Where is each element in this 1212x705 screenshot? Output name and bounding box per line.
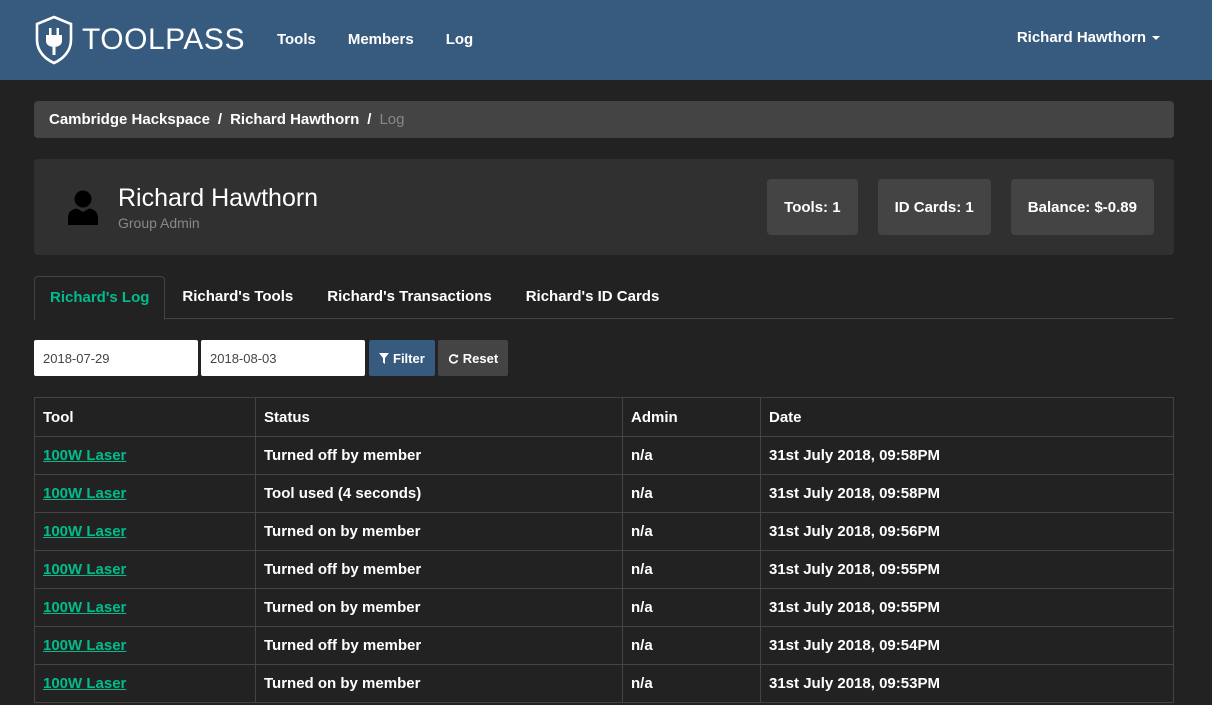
filter-bar: Filter Reset [34,340,1174,376]
cell-admin: n/a [622,588,761,627]
table-row: 100W Laser Turned on by member n/a 31st … [34,588,1174,627]
stat-tools: Tools: 1 [767,179,858,235]
refresh-icon [448,353,458,364]
cell-status: Turned on by member [255,512,623,551]
tool-link[interactable]: 100W Laser [43,447,126,464]
profile-info: Richard Hawthorn Group Admin [118,183,318,231]
reset-button-label: Reset [462,350,499,366]
table-header-row: Tool Status Admin Date [34,397,1174,437]
tool-link[interactable]: 100W Laser [43,637,126,654]
cell-admin: n/a [622,436,761,475]
tab-transactions[interactable]: Richard's Transactions [310,276,508,319]
tool-link[interactable]: 100W Laser [43,485,126,502]
tool-link[interactable]: 100W Laser [43,675,126,692]
cell-status: Turned on by member [255,664,623,703]
cell-status: Turned off by member [255,436,623,475]
column-header-status[interactable]: Status [255,397,623,437]
brand-link[interactable]: TOOLPASS [34,15,245,65]
cell-tool: 100W Laser [34,588,256,627]
stat-balance: Balance: $-0.89 [1010,179,1154,235]
filter-button[interactable]: Filter [369,340,435,376]
tool-link[interactable]: 100W Laser [43,523,126,540]
cell-tool: 100W Laser [34,474,256,513]
reset-button[interactable]: Reset [437,340,509,376]
chevron-down-icon [1152,36,1160,40]
shield-plug-icon [35,15,73,65]
breadcrumb: Cambridge Hackspace / Richard Hawthorn /… [34,101,1174,138]
cell-tool: 100W Laser [34,664,256,703]
tab-tools[interactable]: Richard's Tools [165,276,310,319]
table-row: 100W Laser Turned off by member n/a 31st… [34,436,1174,475]
tabs: Richard's Log Richard's Tools Richard's … [34,276,1174,320]
table-row: 100W Laser Turned on by member n/a 31st … [34,512,1174,551]
cell-tool: 100W Laser [34,626,256,665]
tool-link[interactable]: 100W Laser [43,599,126,616]
cell-date: 31st July 2018, 09:58PM [760,474,1174,513]
log-table: Tool Status Admin Date 100W Laser Turned… [34,397,1174,703]
cell-status: Tool used (4 seconds) [255,474,623,513]
cell-admin: n/a [622,626,761,665]
user-icon [68,190,98,225]
cell-date: 31st July 2018, 09:58PM [760,436,1174,475]
cell-date: 31st July 2018, 09:54PM [760,626,1174,665]
cell-admin: n/a [622,512,761,551]
stat-id-cards: ID Cards: 1 [877,179,991,235]
cell-date: 31st July 2018, 09:55PM [760,588,1174,627]
table-row: 100W Laser Tool used (4 seconds) n/a 31s… [34,474,1174,513]
log-table-wrapper: Tool Status Admin Date 100W Laser Turned… [34,397,1174,703]
tab-log[interactable]: Richard's Log [34,276,166,320]
navbar: TOOLPASS Tools Members Log Richard Hawth… [0,0,1212,80]
cell-date: 31st July 2018, 09:55PM [760,550,1174,589]
profile-role: Group Admin [118,215,200,231]
nav-links: Tools Members Log [261,0,489,80]
breadcrumb-separator: / [367,111,372,128]
nav-link-members[interactable]: Members [332,0,430,80]
breadcrumb-item-hackspace[interactable]: Cambridge Hackspace [49,111,210,128]
cell-admin: n/a [622,474,761,513]
column-header-date[interactable]: Date [760,397,1174,437]
date-from-input[interactable] [34,340,198,376]
filter-button-label: Filter [393,350,425,366]
cell-tool: 100W Laser [34,512,256,551]
breadcrumb-item-member[interactable]: Richard Hawthorn [230,111,359,128]
table-row: 100W Laser Turned off by member n/a 31st… [34,550,1174,589]
cell-admin: n/a [622,550,761,589]
tool-link[interactable]: 100W Laser [43,561,126,578]
filter-icon [379,352,389,364]
cell-admin: n/a [622,664,761,703]
cell-tool: 100W Laser [34,550,256,589]
date-to-input[interactable] [201,340,365,376]
cell-status: Turned on by member [255,588,623,627]
nav-link-log[interactable]: Log [430,0,490,80]
cell-status: Turned off by member [255,626,623,665]
breadcrumb-item-active: Log [379,111,405,128]
breadcrumb-separator: / [217,111,223,128]
profile-stats: Tools: 1 ID Cards: 1 Balance: $-0.89 [767,179,1154,235]
cell-status: Turned off by member [255,550,623,589]
tab-id-cards[interactable]: Richard's ID Cards [509,276,677,319]
user-menu-label: Richard Hawthorn [1016,29,1146,46]
profile-name: Richard Hawthorn [118,184,319,212]
table-row: 100W Laser Turned off by member n/a 31st… [34,626,1174,665]
cell-tool: 100W Laser [34,436,256,475]
cell-date: 31st July 2018, 09:53PM [760,664,1174,703]
profile-panel: Richard Hawthorn Group Admin Tools: 1 ID… [34,159,1174,255]
cell-date: 31st July 2018, 09:56PM [760,512,1174,551]
column-header-admin[interactable]: Admin [622,397,761,437]
user-menu[interactable]: Richard Hawthorn [1017,0,1160,76]
column-header-tool[interactable]: Tool [34,397,256,437]
avatar [58,182,108,232]
table-row: 100W Laser Turned on by member n/a 31st … [34,664,1174,703]
brand-name: TOOLPASS [82,23,245,56]
nav-link-tools[interactable]: Tools [261,0,332,80]
